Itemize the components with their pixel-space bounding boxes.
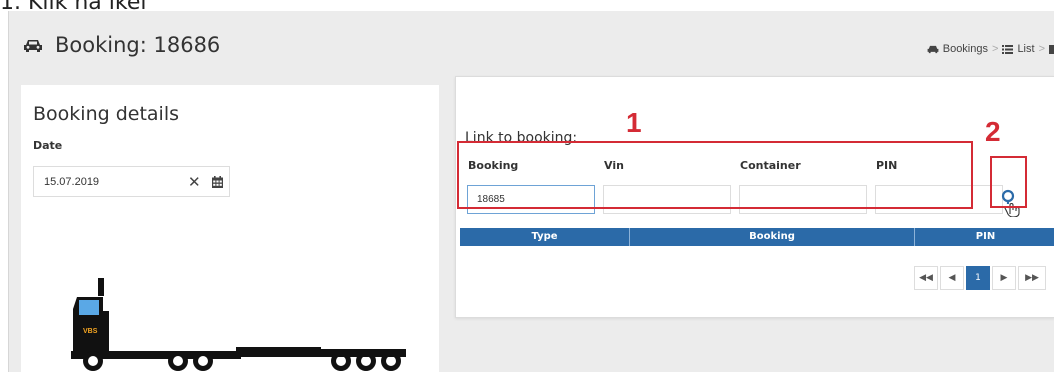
date-value: 15.07.2019 <box>44 176 100 188</box>
annotation-box-1 <box>457 141 973 209</box>
breadcrumb-bookings-link[interactable]: Bookings <box>943 43 988 55</box>
date-label: Date <box>33 139 63 152</box>
grid-header-pin[interactable]: PIN <box>915 228 1054 246</box>
grid-header-type[interactable]: Type <box>460 228 630 246</box>
booking-details-title: Booking details <box>33 103 180 125</box>
breadcrumb-separator: > <box>1038 43 1045 55</box>
page-header: Booking: 18686 Bookings > List > <box>9 11 1054 73</box>
truck-logo-text: VBS <box>83 328 98 335</box>
breadcrumb: Bookings > List > <box>927 43 1054 55</box>
car-icon <box>24 40 42 52</box>
results-grid-header: Type Booking PIN <box>460 228 1054 246</box>
page-1-button[interactable]: 1 <box>966 266 990 290</box>
annotation-box-2 <box>990 156 1027 208</box>
next-page-button[interactable]: ▶ <box>992 266 1016 290</box>
breadcrumb-separator: > <box>992 43 999 55</box>
app-window: Booking: 18686 Bookings > List > Booking… <box>8 11 1054 372</box>
breadcrumb-partial-icon <box>1049 44 1054 54</box>
last-page-button[interactable]: ▶▶ <box>1018 266 1046 290</box>
page-title: Booking: 18686 <box>55 33 221 57</box>
grid-header-booking[interactable]: Booking <box>630 228 915 246</box>
annotation-number-1: 1 <box>626 107 642 138</box>
prev-page-button[interactable]: ◀ <box>940 266 964 290</box>
car-icon <box>927 45 939 53</box>
booking-details-panel: Booking details Date 15.07.2019 ✕ VBS <box>21 85 439 372</box>
calendar-icon[interactable] <box>212 176 223 188</box>
annotation-number-2: 2 <box>985 116 1001 147</box>
truck-illustration: VBS <box>71 278 406 371</box>
date-field[interactable]: 15.07.2019 ✕ <box>33 166 230 197</box>
first-page-button[interactable]: ◀◀ <box>914 266 938 290</box>
breadcrumb-list-link[interactable]: List <box>1017 43 1034 55</box>
list-icon <box>1002 44 1014 54</box>
clear-icon[interactable]: ✕ <box>188 173 201 191</box>
